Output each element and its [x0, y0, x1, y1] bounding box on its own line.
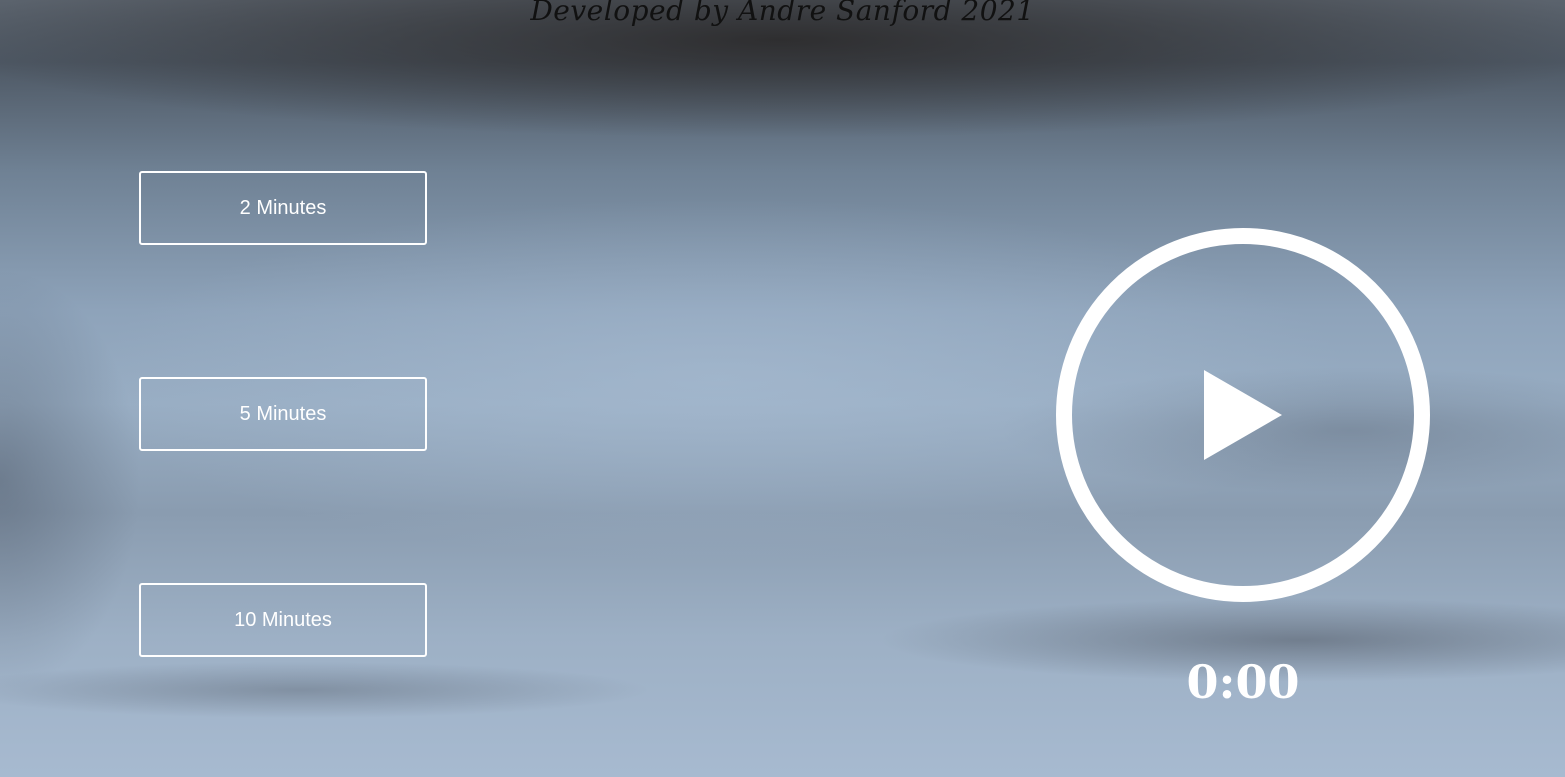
play-triangle: [1204, 370, 1282, 460]
developer-credit: Developed by Andre Sanford 2021: [530, 0, 1035, 27]
two-minutes-button[interactable]: 2 Minutes: [139, 171, 427, 245]
play-button[interactable]: [1056, 228, 1430, 602]
ten-minutes-button[interactable]: 10 Minutes: [139, 583, 427, 657]
timer-display: 0:00: [1186, 655, 1300, 709]
play-icon: [1056, 228, 1430, 602]
five-minutes-button[interactable]: 5 Minutes: [139, 377, 427, 451]
